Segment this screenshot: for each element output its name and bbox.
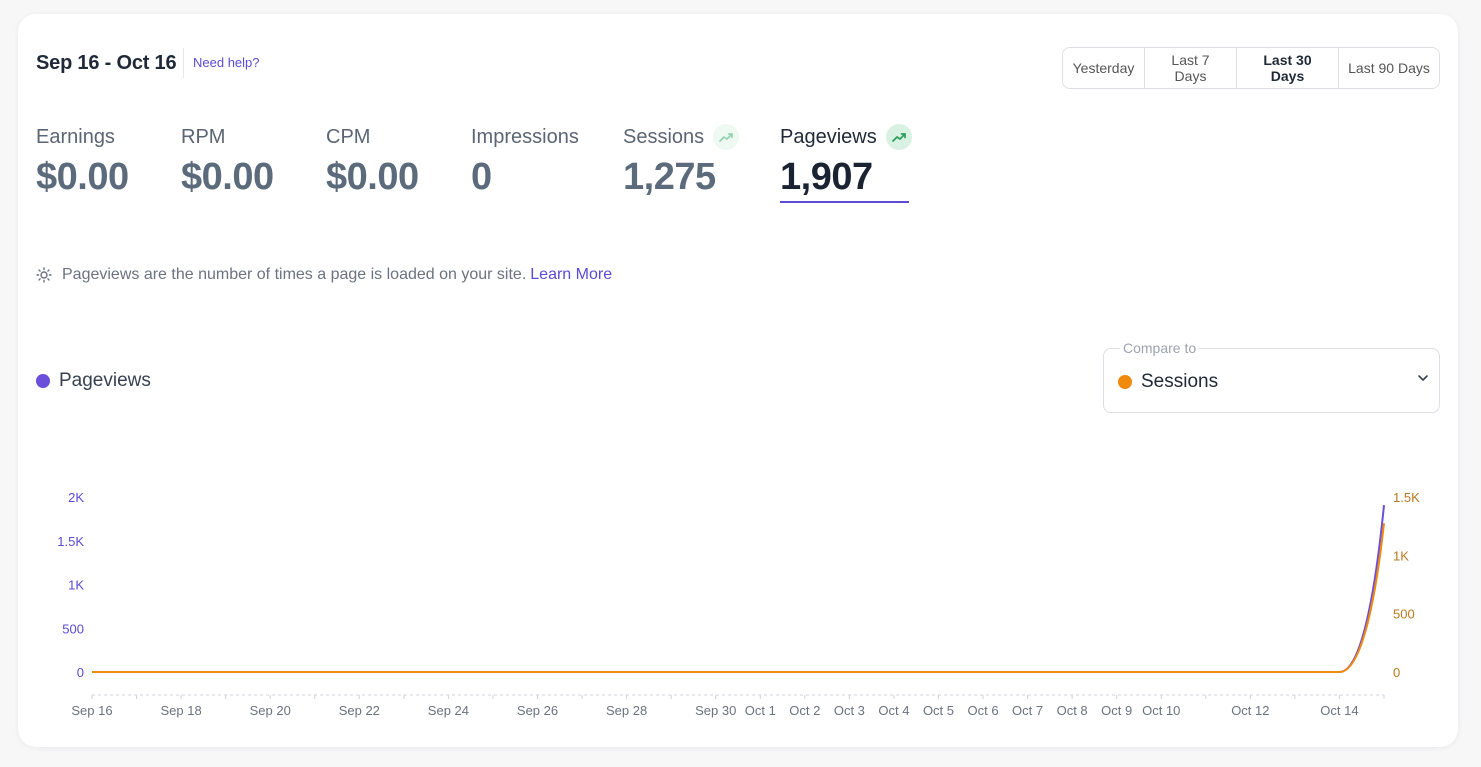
x-tick-label: Oct 8 [1057,703,1088,718]
y-right-tick-label: 1.5K [1393,490,1420,505]
y-left-tick-label: 2K [68,490,84,505]
series-line-sessions [92,523,1385,673]
x-tick-label: Oct 9 [1101,703,1132,718]
x-tick-label: Oct 2 [789,703,820,718]
x-tick-label: Sep 24 [428,703,469,718]
series-line-pageviews [92,505,1385,673]
y-right-tick-label: 500 [1393,607,1415,622]
x-tick-label: Oct 4 [878,703,909,718]
y-left-tick-label: 1.5K [57,534,84,549]
pageviews-chart: Sep 16 Sep 18 Sep 20 Sep 22 Sep 24 Sep 26 Sep … [57,490,1420,718]
x-tick-label: Oct 1 [745,703,776,718]
x-tick-label: Oct 3 [834,703,865,718]
y-right-tick-label: 0 [1393,665,1400,680]
y-left-tick-label: 0 [77,665,84,680]
x-tick-label: Oct 6 [967,703,998,718]
x-tick-label: Oct 5 [923,703,954,718]
y-left-tick-label: 1K [68,578,84,593]
x-tick-label: Oct 7 [1012,703,1043,718]
x-tick-label: Oct 10 [1142,703,1180,718]
x-tick-label: Oct 14 [1320,703,1358,718]
y-left-tick-label: 500 [62,621,84,636]
x-tick-label: Oct 12 [1231,703,1269,718]
x-tick-label: Sep 16 [71,703,112,718]
x-tick-label: Sep 22 [339,703,380,718]
x-tick-label: Sep 18 [161,703,202,718]
x-tick-label: Sep 20 [250,703,291,718]
x-tick-label: Sep 30 [695,703,736,718]
x-tick-label: Sep 28 [606,703,647,718]
x-tick-label: Sep 26 [517,703,558,718]
y-right-tick-label: 1K [1393,548,1409,563]
